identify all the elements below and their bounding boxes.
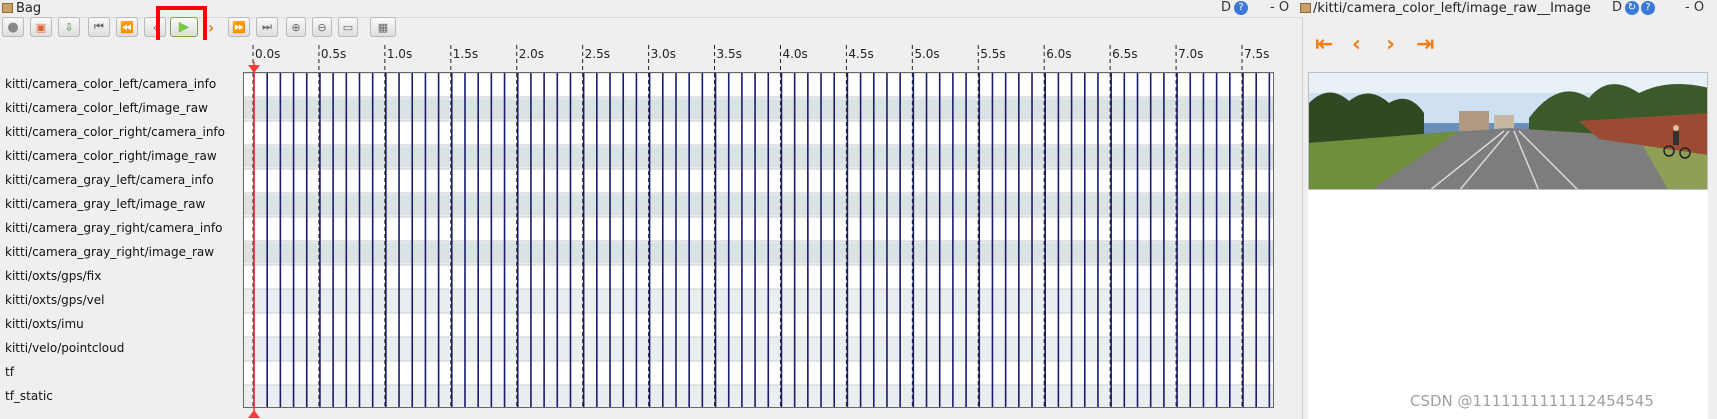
zoom-fit-button[interactable]: ▭	[338, 17, 358, 37]
reload-icon[interactable]: ↻	[1625, 1, 1639, 15]
window-controls[interactable]: - O	[1270, 0, 1289, 15]
image-canvas	[1308, 190, 1708, 419]
ruler-overlay	[248, 45, 1243, 418]
zoom-in-button[interactable]: ⊕	[286, 17, 306, 37]
skip-begin-button[interactable]: ⏮	[88, 17, 110, 37]
bag-icon	[2, 3, 13, 13]
last-frame-button[interactable]: ⇥	[1416, 32, 1434, 57]
zoom-reset-button[interactable]: ⊖	[312, 17, 332, 37]
skip-end-button[interactable]: ⏭	[256, 17, 278, 37]
first-frame-button[interactable]: ⇤	[1315, 32, 1333, 57]
open-button[interactable]: ▣	[30, 17, 52, 37]
next-frame-button[interactable]: ›	[1386, 32, 1395, 57]
image-view-title: /kitti/camera_color_left/image_raw__Imag…	[1313, 1, 1591, 16]
dock-button[interactable]: D	[1221, 0, 1231, 15]
fast-forward-button[interactable]: ⏩	[228, 17, 250, 37]
window-title: Bag	[16, 1, 42, 16]
record-button[interactable]: ●	[2, 17, 24, 37]
rewind-button[interactable]: ⏪	[116, 17, 138, 37]
playhead-top-marker	[248, 65, 260, 73]
image-window-controls[interactable]: - O	[1685, 0, 1704, 15]
prev-frame-button[interactable]: ‹	[1352, 32, 1361, 57]
help-icon[interactable]: ?	[1234, 1, 1248, 15]
image-dock-button[interactable]: D	[1612, 0, 1622, 15]
save-button[interactable]: ⇩	[58, 17, 80, 37]
thumbnails-button[interactable]: ▦	[370, 17, 396, 37]
playhead-bottom-marker	[248, 410, 260, 418]
image-help-icon[interactable]: ?	[1641, 1, 1655, 15]
image-topic-icon	[1300, 3, 1311, 13]
watermark: CSDN @1111111111112454545	[1410, 392, 1654, 410]
camera-image	[1308, 72, 1708, 190]
